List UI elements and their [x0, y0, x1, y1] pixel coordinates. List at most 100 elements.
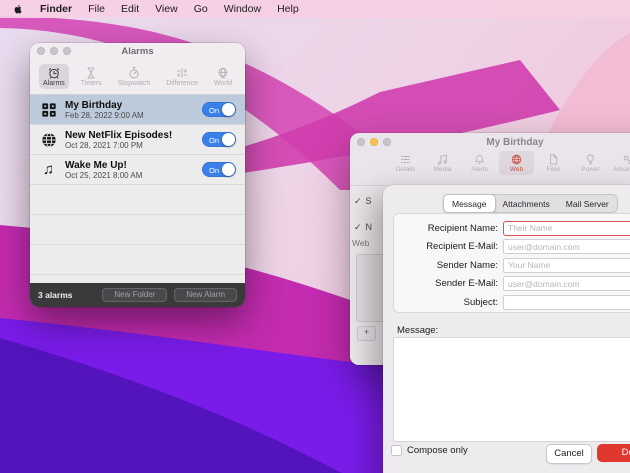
- apple-menu[interactable]: [12, 3, 24, 15]
- power-icon: [584, 153, 597, 166]
- world-icon: [216, 66, 230, 80]
- empty-list-row: [30, 245, 245, 275]
- details-icon: [399, 153, 412, 166]
- done-button[interactable]: Done: [597, 444, 630, 462]
- cancel-button[interactable]: Cancel: [546, 444, 592, 464]
- alarm-row-wake-me-up[interactable]: ♫ Wake Me Up! Oct 25, 2021 8:00 AM On: [30, 155, 245, 185]
- checked-option-1[interactable]: ✓S: [354, 196, 372, 207]
- alarm-title: New NetFlix Episodes!: [65, 130, 202, 141]
- alarm-toggle[interactable]: On: [202, 102, 236, 117]
- birthday-titlebar: My Birthday: [350, 133, 630, 151]
- alarm-title: Wake Me Up!: [65, 160, 202, 171]
- advanced-icon: [621, 153, 630, 166]
- minimize-button[interactable]: [50, 47, 58, 55]
- toolbar-media[interactable]: Media: [425, 151, 460, 175]
- toolbar-alarms[interactable]: Alarms: [39, 64, 69, 89]
- alarms-toolbar: Alarms Timers Stopwatch Difference World: [30, 59, 245, 95]
- alarm-row-netflix[interactable]: New NetFlix Episodes! Oct 28, 2021 7:00 …: [30, 125, 245, 155]
- tab-attachments[interactable]: Attachments: [495, 195, 558, 212]
- grid-icon: [41, 102, 57, 118]
- alarm-clock-icon: [47, 66, 61, 80]
- globe-icon: [41, 132, 57, 148]
- menu-item-go[interactable]: Go: [194, 3, 208, 15]
- checkmark-icon: ✓: [354, 222, 362, 232]
- message-textarea[interactable]: [393, 337, 630, 442]
- zoom-button[interactable]: [383, 138, 391, 146]
- stopwatch-icon: [127, 66, 141, 80]
- recipient-form: Recipient Name: Recipient E-Mail: Sender…: [393, 213, 630, 313]
- alarms-titlebar: Alarms: [30, 43, 245, 59]
- toolbar-alerts[interactable]: Alerts: [462, 151, 497, 175]
- web-section-label: Web: [352, 238, 369, 248]
- compose-only-label: Compose only: [407, 445, 468, 456]
- menu-bar: Finder File Edit View Go Window Help: [0, 0, 630, 18]
- menu-item-view[interactable]: View: [155, 3, 178, 15]
- alarm-toggle[interactable]: On: [202, 132, 236, 147]
- empty-list-row: [30, 275, 245, 283]
- menu-item-help[interactable]: Help: [277, 3, 299, 15]
- empty-list-row: [30, 215, 245, 245]
- empty-list-row: [30, 185, 245, 215]
- recipient-name-field[interactable]: [503, 221, 630, 236]
- difference-icon: [175, 66, 189, 80]
- alarm-count-status: 3 alarms: [38, 290, 95, 300]
- subject-field[interactable]: [503, 295, 630, 310]
- alarms-window: Alarms Alarms Timers Stopwatch Differenc…: [30, 43, 245, 307]
- toolbar-difference[interactable]: Difference: [162, 64, 202, 89]
- media-icon: [436, 153, 449, 166]
- tab-message[interactable]: Message: [443, 194, 496, 213]
- zoom-button[interactable]: [63, 47, 71, 55]
- alarms-bottom-bar: 3 alarms New Folder New Alarm: [30, 283, 245, 307]
- hourglass-icon: [84, 66, 98, 80]
- recipient-email-field[interactable]: [503, 239, 630, 254]
- alarm-toggle[interactable]: On: [202, 162, 236, 177]
- window-title: My Birthday: [350, 137, 630, 148]
- menu-item-file[interactable]: File: [88, 3, 105, 15]
- toolbar-files[interactable]: Files: [536, 151, 571, 175]
- bell-icon: [473, 153, 486, 166]
- web-globe-icon: [510, 153, 523, 166]
- toolbar-web[interactable]: Web: [499, 151, 534, 175]
- compose-only-checkbox[interactable]: [391, 445, 402, 456]
- sheet-tabs: Message Attachments Mail Server: [443, 194, 618, 213]
- close-button[interactable]: [37, 47, 45, 55]
- toggle-knob: [222, 103, 235, 116]
- checkmark-icon: ✓: [354, 196, 362, 206]
- subject-label: Subject:: [394, 297, 503, 308]
- new-folder-button[interactable]: New Folder: [102, 288, 167, 303]
- recipient-email-label: Recipient E-Mail:: [394, 241, 503, 252]
- toggle-knob: [222, 163, 235, 176]
- toolbar-stopwatch[interactable]: Stopwatch: [114, 64, 155, 89]
- menu-item-finder[interactable]: Finder: [40, 3, 72, 15]
- message-label: Message:: [397, 325, 438, 336]
- add-button[interactable]: +: [357, 326, 376, 341]
- toggle-knob: [222, 133, 235, 146]
- birthday-toolbar: Details Media Alerts Web Files Power: [350, 151, 630, 184]
- toolbar-world[interactable]: World: [210, 64, 236, 89]
- alarm-datetime: Oct 25, 2021 8:00 AM: [65, 171, 202, 180]
- alarm-row-my-birthday[interactable]: My Birthday Feb 28, 2022 9:00 AM On: [30, 95, 245, 125]
- mail-sheet: Message Attachments Mail Server Recipien…: [383, 185, 630, 473]
- sender-name-label: Sender Name:: [394, 260, 503, 271]
- alarm-datetime: Feb 28, 2022 9:00 AM: [65, 111, 202, 120]
- apple-logo-icon: [12, 3, 24, 15]
- toolbar-timers[interactable]: Timers: [77, 64, 106, 89]
- toolbar-details[interactable]: Details: [388, 151, 423, 175]
- menu-item-window[interactable]: Window: [224, 3, 261, 15]
- music-note-icon: ♫: [43, 162, 54, 177]
- checked-option-2[interactable]: ✓N: [354, 222, 372, 233]
- toolbar-advanced[interactable]: Advanced: [610, 151, 630, 175]
- toolbar-power[interactable]: Power: [573, 151, 608, 175]
- sender-name-field[interactable]: [503, 258, 630, 273]
- alarm-list: My Birthday Feb 28, 2022 9:00 AM On New …: [30, 95, 245, 283]
- sender-email-label: Sender E-Mail:: [394, 278, 503, 289]
- menu-item-edit[interactable]: Edit: [121, 3, 139, 15]
- recipient-name-label: Recipient Name:: [394, 223, 503, 234]
- close-button[interactable]: [357, 138, 365, 146]
- alarm-datetime: Oct 28, 2021 7:00 PM: [65, 141, 202, 150]
- alarm-title: My Birthday: [65, 100, 202, 111]
- sender-email-field[interactable]: [503, 276, 630, 291]
- minimize-button[interactable]: [370, 138, 378, 146]
- new-alarm-button[interactable]: New Alarm: [174, 288, 237, 303]
- tab-mail-server[interactable]: Mail Server: [558, 195, 617, 212]
